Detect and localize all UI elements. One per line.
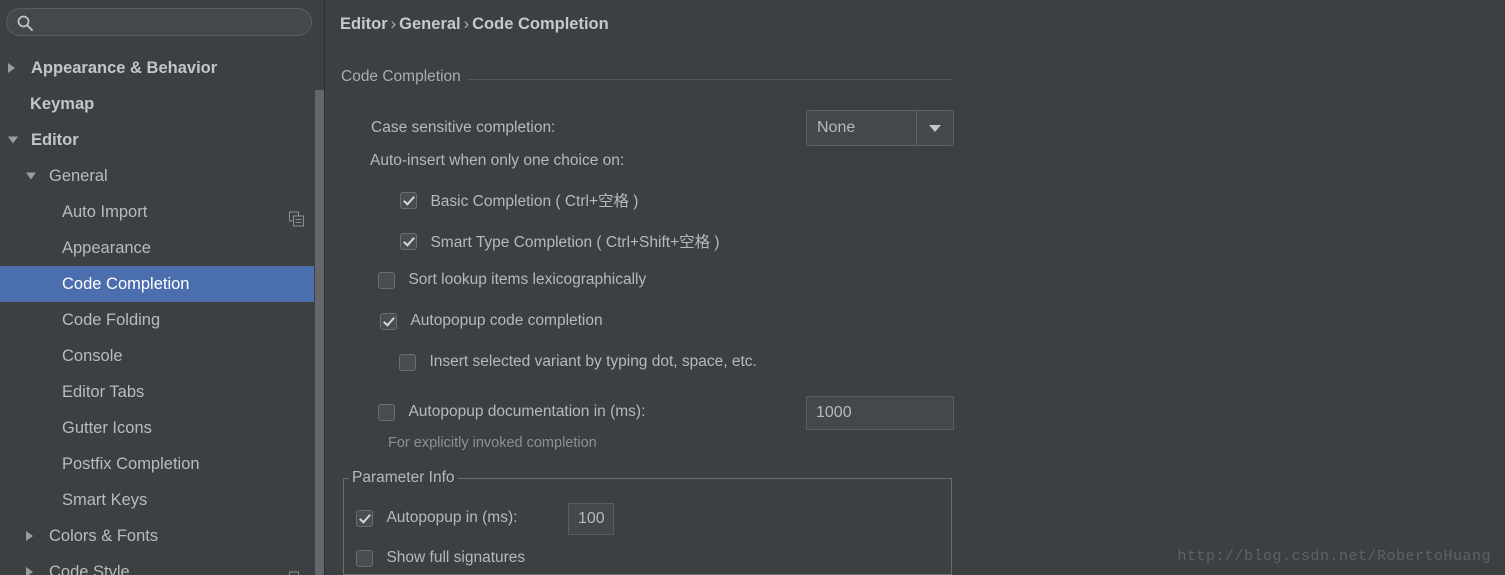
sidebar-item-label: Code Style (49, 554, 130, 575)
case-sensitive-value: None (817, 111, 855, 145)
sidebar-item-keymap[interactable]: Keymap (0, 86, 325, 122)
autopopup-code-completion-row[interactable]: Autopopup code completion (380, 312, 603, 330)
sidebar-item-code-style[interactable]: Code Style (0, 554, 325, 575)
sidebar-item-smart-keys[interactable]: Smart Keys (0, 482, 325, 518)
dropdown-button[interactable] (916, 111, 953, 145)
copy-icon[interactable] (289, 205, 304, 220)
show-full-signatures-label: Show full signatures (386, 549, 525, 566)
autopopup-documentation-hint: For explicitly invoked completion (388, 435, 597, 451)
sidebar-item-label: Auto Import (62, 194, 147, 230)
search-box[interactable] (6, 8, 312, 36)
sidebar-item-label: Smart Keys (62, 482, 147, 518)
case-sensitive-row: Case sensitive completion: (371, 119, 555, 137)
sidebar-item-editor[interactable]: Editor (0, 122, 325, 158)
autopopup-code-completion-checkbox[interactable] (380, 313, 397, 330)
sidebar-item-label: Postfix Completion (62, 446, 200, 482)
smart-type-completion-row[interactable]: Smart Type Completion ( Ctrl+Shift+空格 ) (400, 230, 720, 252)
chevron-right-icon[interactable] (26, 531, 33, 541)
sidebar-item-code-completion[interactable]: Code Completion (0, 266, 325, 302)
sidebar-item-label: Code Folding (62, 302, 160, 338)
sidebar-item-label: Keymap (30, 86, 94, 122)
sidebar-item-gutter-icons[interactable]: Gutter Icons (0, 410, 325, 446)
autopopup-documentation-label: Autopopup documentation in (ms): (408, 403, 645, 420)
search-input[interactable] (39, 12, 308, 36)
smart-type-completion-label: Smart Type Completion ( Ctrl+Shift+空格 ) (430, 234, 719, 251)
sidebar-item-label: Appearance (62, 230, 151, 266)
sidebar-item-label: Editor Tabs (62, 374, 144, 410)
autopopup-documentation-row[interactable]: Autopopup documentation in (ms): (378, 403, 645, 421)
show-full-signatures-checkbox[interactable] (356, 550, 373, 567)
parameter-autopopup-label: Autopopup in (ms): (386, 509, 517, 526)
section-title: Code Completion (341, 68, 461, 86)
sidebar-item-label: Gutter Icons (62, 410, 152, 446)
breadcrumb[interactable]: Editor›General›Code Completion (340, 15, 609, 34)
chevron-right-icon[interactable] (8, 63, 15, 73)
sidebar-item-colors-fonts[interactable]: Colors & Fonts (0, 518, 325, 554)
breadcrumb-separator: › (388, 15, 400, 33)
basic-completion-row[interactable]: Basic Completion ( Ctrl+空格 ) (400, 189, 638, 211)
sidebar-item-appearance[interactable]: Appearance (0, 230, 325, 266)
autopopup-documentation-hint-row: For explicitly invoked completion (388, 434, 597, 452)
sidebar-item-console[interactable]: Console (0, 338, 325, 374)
sort-lookup-label: Sort lookup items lexicographically (408, 271, 646, 288)
copy-icon[interactable] (289, 565, 304, 575)
parameter-autopopup-checkbox[interactable] (356, 510, 373, 527)
sidebar-item-label: Code Completion (62, 266, 190, 302)
parameter-autopopup-input[interactable] (568, 503, 614, 535)
sidebar-item-editor-tabs[interactable]: Editor Tabs (0, 374, 325, 410)
basic-completion-label: Basic Completion ( Ctrl+空格 ) (430, 193, 638, 210)
insert-selected-variant-checkbox[interactable] (399, 354, 416, 371)
insert-selected-variant-row[interactable]: Insert selected variant by typing dot, s… (399, 353, 757, 371)
autopopup-code-completion-label: Autopopup code completion (410, 312, 602, 329)
show-full-signatures-row[interactable]: Show full signatures (356, 549, 525, 567)
search-icon (16, 14, 34, 32)
chevron-down-icon[interactable] (26, 173, 36, 180)
watermark-url: http://blog.csdn.net/RobertoHuang (1177, 548, 1491, 565)
section-divider-line (468, 79, 952, 80)
chevron-right-icon[interactable] (26, 567, 33, 575)
parameter-info-group-top-right (455, 478, 952, 479)
settings-sidebar: Appearance & BehaviorKeymapEditorGeneral… (0, 0, 325, 575)
sidebar-item-general[interactable]: General (0, 158, 325, 194)
chevron-down-icon (929, 125, 941, 132)
case-sensitive-label: Case sensitive completion: (371, 119, 555, 136)
sidebar-item-label: Editor (31, 122, 79, 158)
breadcrumb-part[interactable]: General (399, 15, 460, 33)
sidebar-item-postfix-completion[interactable]: Postfix Completion (0, 446, 325, 482)
breadcrumb-separator: › (461, 15, 473, 33)
settings-tree[interactable]: Appearance & BehaviorKeymapEditorGeneral… (0, 50, 325, 575)
sidebar-item-appearance-behavior[interactable]: Appearance & Behavior (0, 50, 325, 86)
sidebar-scrollbar-thumb[interactable] (315, 90, 324, 575)
auto-insert-label: Auto-insert when only one choice on: (370, 152, 624, 169)
insert-selected-variant-label: Insert selected variant by typing dot, s… (429, 353, 756, 370)
autopopup-documentation-input[interactable] (806, 396, 954, 430)
sort-lookup-checkbox[interactable] (378, 272, 395, 289)
smart-type-completion-checkbox[interactable] (400, 233, 417, 250)
sidebar-item-label: Appearance & Behavior (31, 50, 217, 86)
breadcrumb-part[interactable]: Code Completion (472, 15, 609, 33)
parameter-autopopup-row[interactable]: Autopopup in (ms): (356, 509, 517, 527)
sidebar-item-label: Console (62, 338, 123, 374)
breadcrumb-part[interactable]: Editor (340, 15, 388, 33)
sidebar-item-label: Colors & Fonts (49, 518, 158, 554)
case-sensitive-dropdown[interactable]: None (806, 110, 954, 146)
sidebar-item-code-folding[interactable]: Code Folding (0, 302, 325, 338)
autopopup-documentation-checkbox[interactable] (378, 404, 395, 421)
basic-completion-checkbox[interactable] (400, 192, 417, 209)
sidebar-item-auto-import[interactable]: Auto Import (0, 194, 325, 230)
settings-main-panel: Editor›General›Code Completion Code Comp… (325, 0, 1505, 575)
chevron-down-icon[interactable] (8, 137, 18, 144)
sidebar-item-label: General (49, 158, 108, 194)
sort-lookup-row[interactable]: Sort lookup items lexicographically (378, 271, 646, 289)
auto-insert-label-row: Auto-insert when only one choice on: (370, 152, 624, 170)
parameter-info-legend: Parameter Info (349, 469, 458, 487)
